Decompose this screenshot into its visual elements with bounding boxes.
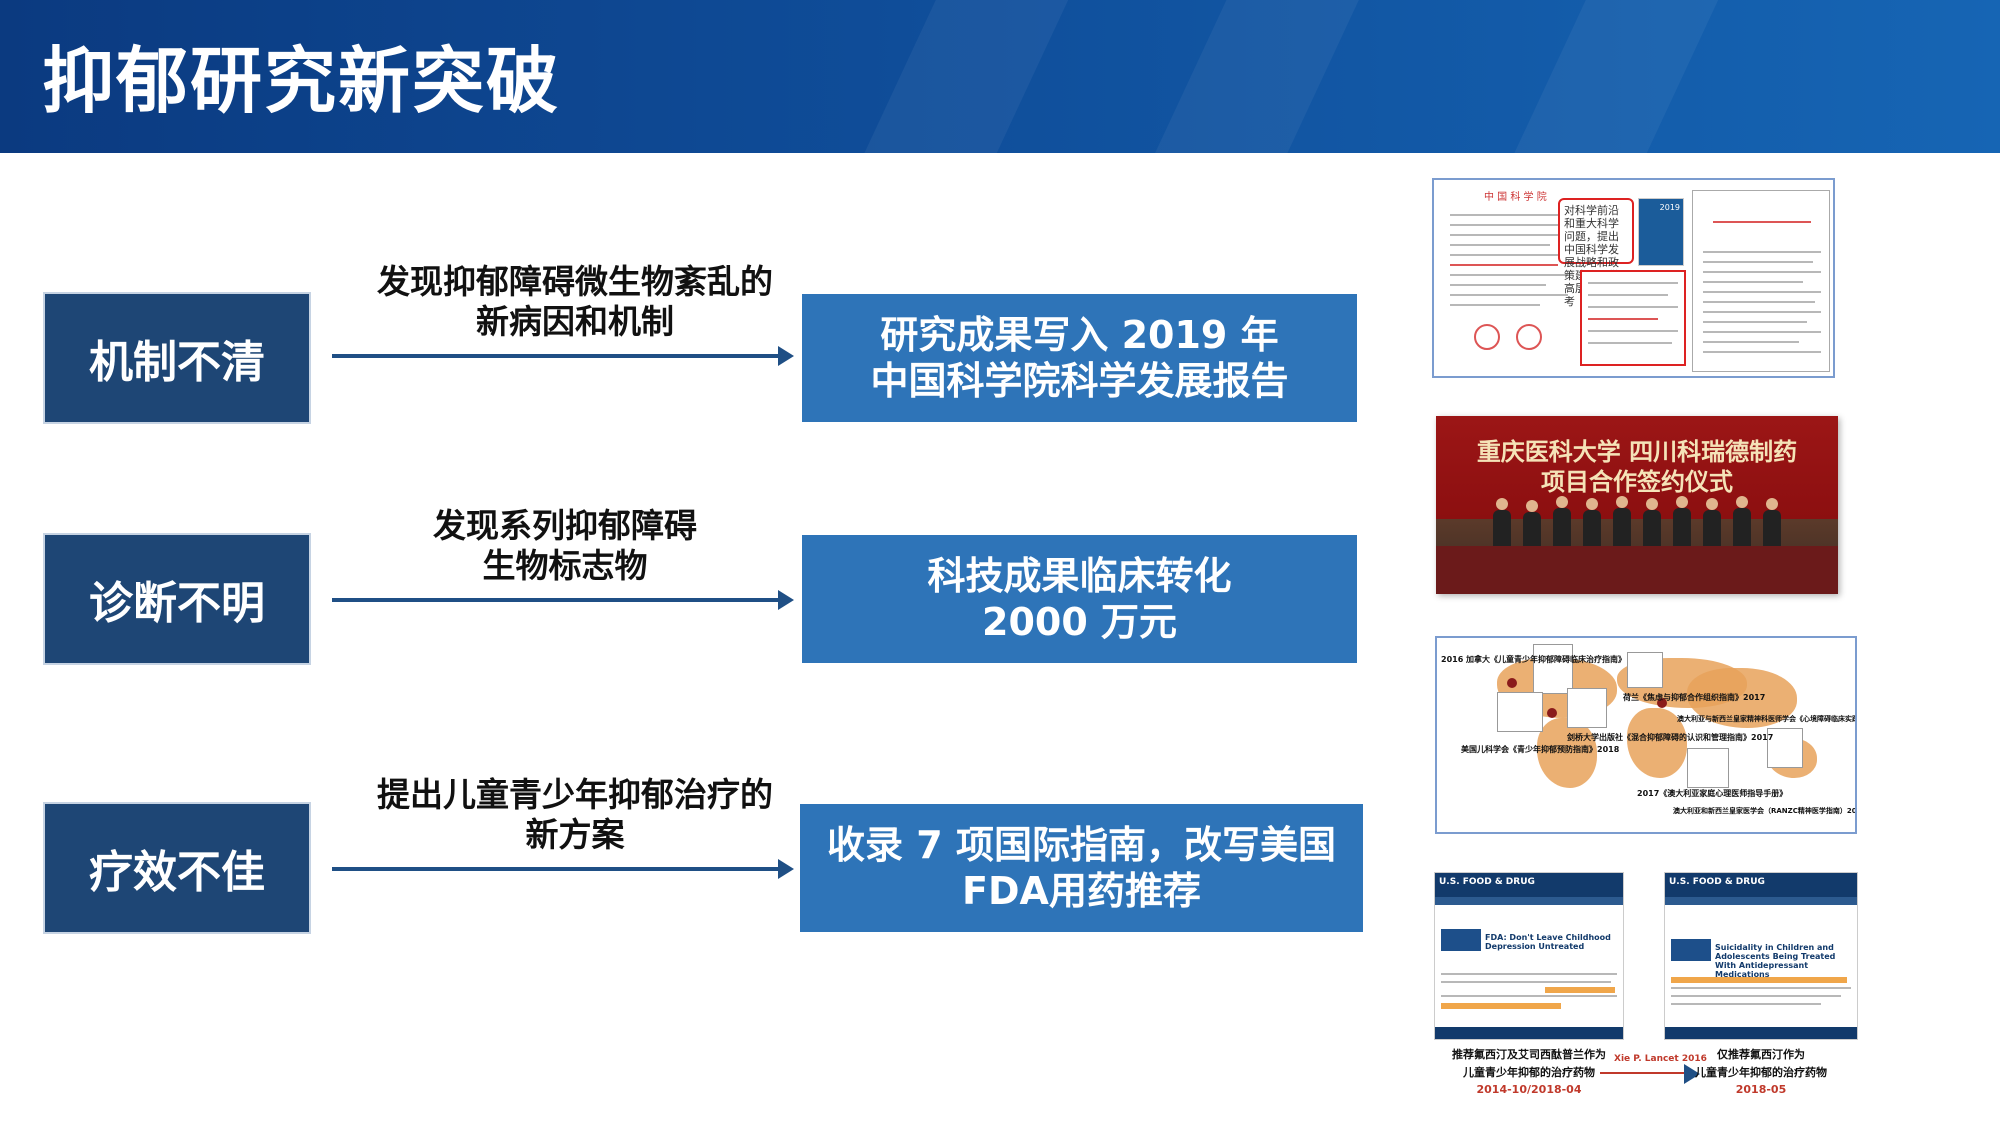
finding-diagnosis: 发现系列抑郁障碍 生物标志物 xyxy=(330,506,800,586)
result-line: 2000 万元 xyxy=(982,600,1177,644)
report-header: 中 国 科 学 院 xyxy=(1484,192,1547,203)
report-thumbnail: 中 国 科 学 院 对科学前沿和重大科学问题，提出中国科学发展战略和政策建议，供… xyxy=(1432,178,1835,378)
fda-page-right: U.S. FOOD & DRUG Suicidality in Children… xyxy=(1664,872,1858,1040)
arrow-row3 xyxy=(332,859,794,879)
report-cover: 2019 xyxy=(1638,198,1684,266)
fda-right-caption2: 儿童青少年抑郁的治疗药物 xyxy=(1695,1066,1827,1079)
map-label: 2016 加拿大《儿童青少年抑郁障碍临床治疗指南》 xyxy=(1441,655,1627,664)
fda-page-left: U.S. FOOD & DRUG FDA: Don't Leave Childh… xyxy=(1434,872,1624,1040)
map-label: 美国儿科学会《青少年抑郁预防指南》2018 xyxy=(1461,745,1620,754)
result-report: 研究成果写入 2019 年 中国科学院科学发展报告 xyxy=(802,294,1357,422)
header-banner: 抑郁研究新突破 xyxy=(0,0,2000,153)
page-title: 抑郁研究新突破 xyxy=(42,39,561,123)
label-diagnosis: 诊断不明 xyxy=(45,535,309,663)
result-line: 收录 7 项国际指南，改写美国 xyxy=(827,823,1336,867)
map-label: 荷兰《焦虑与抑郁合作组织指南》2017 xyxy=(1623,693,1766,702)
arrow-row1 xyxy=(332,346,794,366)
report-letter-page: 中 国 科 学 院 xyxy=(1444,184,1574,374)
result-line: 中国科学院科学发展报告 xyxy=(870,359,1289,403)
result-guidelines: 收录 7 项国际指南，改写美国 FDA用药推荐 xyxy=(800,804,1363,932)
fda-left-date: 2014-10/2018-04 xyxy=(1476,1083,1582,1096)
map-label: 2017《澳大利亚家庭心理医师指导手册》 xyxy=(1637,789,1788,798)
finding-line: 发现系列抑郁障碍 xyxy=(433,506,697,545)
fda-left-caption2: 儿童青少年抑郁的治疗药物 xyxy=(1463,1066,1595,1079)
signing-banner-line2: 项目合作签约仪式 xyxy=(1541,468,1733,496)
finding-line: 生物标志物 xyxy=(482,546,648,585)
fda-left-title: FDA: Don't Leave Childhood Depression Un… xyxy=(1485,933,1611,951)
finding-efficacy: 提出儿童青少年抑郁治疗的 新方案 xyxy=(330,775,820,855)
result-line: 研究成果写入 2019 年 xyxy=(880,313,1279,357)
finding-mechanism: 发现抑郁障碍微生物紊乱的 新病因和机制 xyxy=(330,262,820,342)
map-label: 澳大利亚与新西兰皇家精神科医师学会《心境障碍临床实践指南》2020 xyxy=(1677,715,1855,723)
report-content-page xyxy=(1692,190,1830,372)
fda-right-caption1: 仅推荐氟西汀作为 xyxy=(1717,1048,1805,1061)
map-label: 剑桥大学出版社《混合抑郁障碍的认识和管理指南》2017 xyxy=(1567,733,1774,742)
arrow-row2 xyxy=(332,590,794,610)
map-label: 澳大利亚和新西兰皇家医学会（RANZC精神医学指南）2015 xyxy=(1673,807,1857,815)
guidelines-map: 2016 加拿大《儿童青少年抑郁障碍临床治疗指南》 荷兰《焦虑与抑郁合作组织指南… xyxy=(1435,636,1857,834)
signing-photo: 重庆医科大学 四川科瑞德制药 项目合作签约仪式 xyxy=(1436,416,1838,594)
label-efficacy: 疗效不佳 xyxy=(45,804,309,932)
fda-logo: U.S. FOOD & DRUG xyxy=(1439,877,1535,887)
finding-line: 提出儿童青少年抑郁治疗的 xyxy=(377,775,773,814)
label-mechanism: 机制不清 xyxy=(45,294,309,422)
finding-line: 新病因和机制 xyxy=(476,302,674,341)
result-line: FDA用药推荐 xyxy=(962,869,1201,913)
cover-year: 2019 xyxy=(1659,203,1680,212)
result-clinical: 科技成果临床转化 2000 万元 xyxy=(802,535,1357,663)
fda-right-title: Suicidality in Children and Adolescents … xyxy=(1715,943,1836,979)
report-toc-page xyxy=(1580,270,1686,366)
result-line: 科技成果临床转化 xyxy=(927,554,1232,598)
fda-right-date: 2018-05 xyxy=(1735,1083,1787,1096)
fda-left-caption1: 推荐氟西汀及艾司西酞普兰作为 xyxy=(1452,1048,1606,1061)
finding-line: 新方案 xyxy=(525,815,625,854)
finding-line: 发现抑郁障碍微生物紊乱的 xyxy=(377,262,773,301)
report-callout: 对科学前沿和重大科学问题，提出中国科学发展战略和政策建议，供高层决策参考 xyxy=(1558,198,1634,308)
fda-logo: U.S. FOOD & DRUG xyxy=(1669,877,1765,887)
